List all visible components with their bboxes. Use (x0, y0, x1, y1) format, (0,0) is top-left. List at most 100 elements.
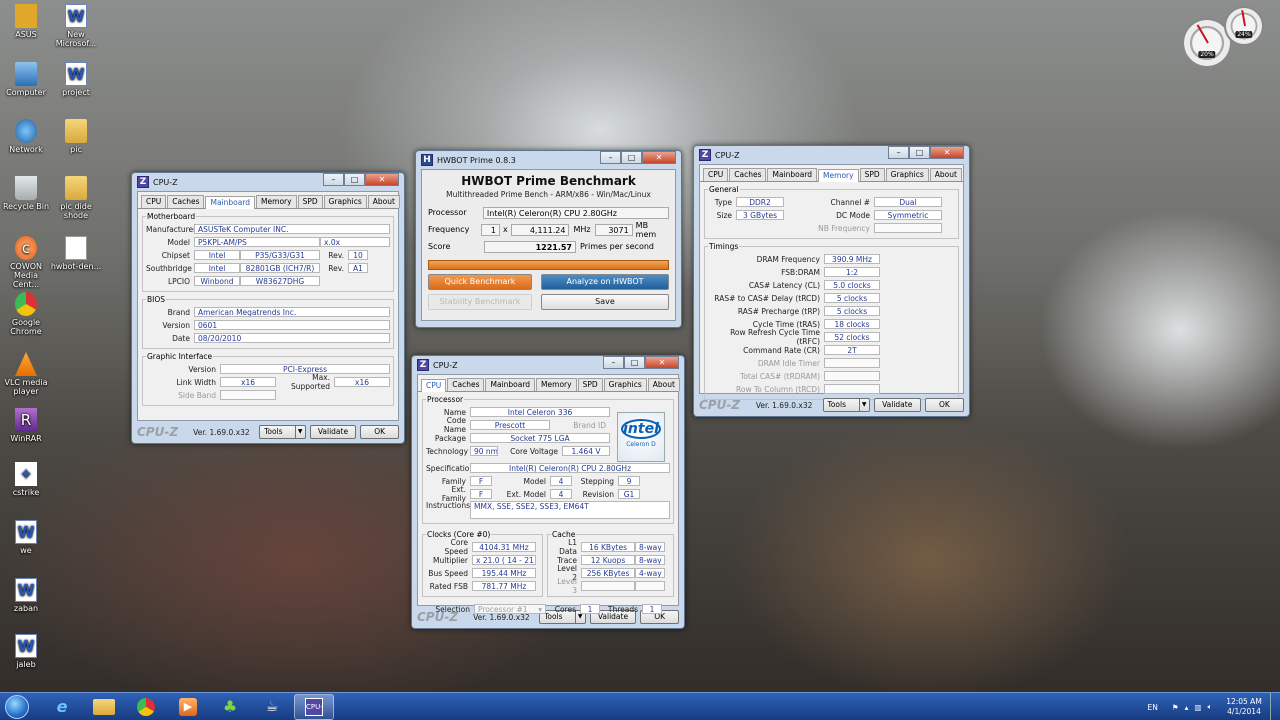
show-hidden-icons-icon[interactable]: ▴ (1185, 703, 1189, 712)
desktop-icon-zaban[interactable]: Wzaban (0, 578, 52, 613)
minimize-button[interactable]: – (888, 146, 909, 159)
tab-memory[interactable]: Memory (818, 169, 859, 182)
cpu-gauge-percent: 20% (1198, 50, 1216, 58)
trfc-value: 52 clocks (824, 332, 880, 342)
southbridge-value: 82801GB (ICH7/R) (240, 263, 320, 273)
channel-value: Dual (874, 197, 942, 207)
cpuz-mainboard-window[interactable]: Z CPU-Z – □ ✕ CPU Caches Mainboard Memory … (131, 172, 405, 444)
analyze-on-hwbot-button[interactable]: Analyze on HWBOT (541, 274, 669, 290)
stability-benchmark-button[interactable]: Stability Benchmark (428, 294, 532, 310)
desktop-icon-hwbot-file[interactable]: hwbot-den... (50, 236, 102, 271)
tab-spd[interactable]: SPD (297, 195, 323, 208)
language-indicator[interactable]: EN (1148, 703, 1158, 712)
desktop-icon-winrar[interactable]: R WinRAR (0, 408, 52, 443)
desktop-icon-pic-dide-shode[interactable]: pic dide shode (50, 176, 102, 220)
taskbar-windows-explorer[interactable] (84, 694, 124, 720)
taskbar-cpuz[interactable]: CPU-Z (294, 693, 334, 720)
cpuz-memory-window[interactable]: Z CPU-Z – □ ✕ CPU Caches Mainboard Memory … (693, 145, 970, 417)
tab-spd[interactable]: SPD (859, 168, 885, 181)
folder-icon (15, 4, 37, 28)
tab-cpu[interactable]: CPU (703, 168, 729, 181)
ok-button[interactable]: OK (924, 398, 964, 412)
minimize-button[interactable]: – (603, 356, 624, 369)
tab-mainboard[interactable]: Mainboard (485, 378, 536, 391)
desktop-icon-pic[interactable]: pic (50, 119, 102, 154)
taskbar-media-player[interactable]: ▶ (168, 694, 208, 720)
maximize-button[interactable]: □ (344, 173, 365, 186)
revision-value: G1 (618, 489, 640, 499)
cpuz-cpu-window[interactable]: Z CPU-Z – □ ✕ CPU Caches Mainboard Memory … (411, 355, 685, 629)
taskbar-internet-explorer[interactable]: e (42, 694, 82, 720)
processor-select[interactable]: Processor #1 ▾ (474, 604, 546, 614)
cpu-gauge-needle (1196, 24, 1209, 44)
ok-button[interactable]: OK (360, 425, 399, 439)
tab-memory[interactable]: Memory (256, 195, 297, 208)
maximize-button[interactable]: □ (624, 356, 645, 369)
desktop-icon-network[interactable]: Network (0, 119, 52, 154)
tab-mainboard[interactable]: Mainboard (767, 168, 818, 181)
title-bar[interactable]: Z CPU-Z – □ ✕ (417, 356, 679, 374)
tab-cpu[interactable]: CPU (421, 379, 447, 392)
tab-about[interactable]: About (647, 378, 680, 391)
tab-memory[interactable]: Memory (536, 378, 577, 391)
save-button[interactable]: Save (541, 294, 669, 310)
desktop-icon-recycle-bin[interactable]: Recycle Bin (0, 176, 52, 211)
desktop-icon-cowon[interactable]: c COWON Media Cent... (0, 236, 52, 289)
desktop-icon-asus[interactable]: ASUS (0, 4, 52, 39)
desktop-icon-computer[interactable]: Computer (0, 62, 52, 97)
bios-version-value: 0601 (194, 320, 390, 330)
bus-speed-value: 195.44 MHz (472, 568, 536, 578)
tab-graphics[interactable]: Graphics (603, 378, 647, 391)
tab-mainboard[interactable]: Mainboard (205, 196, 256, 209)
tab-graphics[interactable]: Graphics (885, 168, 929, 181)
desktop-icon-project[interactable]: Wproject (50, 62, 102, 97)
tab-cpu[interactable]: CPU (141, 195, 167, 208)
benchmark-subtitle: Multithreaded Prime Bench - ARM/x86 - Wi… (446, 190, 651, 199)
validate-button[interactable]: Validate (873, 398, 921, 412)
taskbar-java[interactable]: ☕ (252, 694, 292, 720)
close-button[interactable]: ✕ (365, 173, 399, 186)
show-desktop-button[interactable] (1270, 693, 1280, 720)
close-button[interactable]: ✕ (645, 356, 679, 369)
chevron-down-icon: ▼ (294, 426, 305, 438)
maximize-button[interactable]: □ (621, 151, 642, 164)
tab-caches[interactable]: Caches (167, 195, 205, 208)
close-button[interactable]: ✕ (642, 151, 676, 164)
tab-about[interactable]: About (929, 168, 962, 181)
maximize-button[interactable]: □ (909, 146, 930, 159)
messenger-icon: ♣ (222, 697, 238, 716)
close-button[interactable]: ✕ (930, 146, 964, 159)
desktop-icon-chrome[interactable]: Google Chrome (0, 292, 52, 336)
desktop-icon-we[interactable]: Wwe (0, 520, 52, 555)
tab-caches[interactable]: Caches (447, 378, 485, 391)
taskbar-chrome[interactable] (126, 694, 166, 720)
hwbot-prime-window[interactable]: H HWBOT Prime 0.8.3 – □ ✕ HWBOT Prime Benc… (415, 150, 682, 328)
validate-button[interactable]: Validate (309, 425, 357, 439)
desktop-icon-cstrike[interactable]: ✦ cstrike (0, 462, 52, 497)
title-bar[interactable]: Z CPU-Z – □ ✕ (699, 146, 964, 164)
taskbar-messenger[interactable]: ♣ (210, 694, 250, 720)
flag-icon[interactable]: ⚑ (1172, 703, 1179, 712)
tab-spd[interactable]: SPD (577, 378, 603, 391)
vlc-icon (15, 352, 37, 376)
volume-icon[interactable]: 🔈︎ (1208, 702, 1213, 712)
minimize-button[interactable]: – (600, 151, 621, 164)
minimize-button[interactable]: – (323, 173, 344, 186)
desktop-icon-jaleb[interactable]: Wjaleb (0, 634, 52, 669)
trp-value: 5 clocks (824, 306, 880, 316)
tab-about[interactable]: About (367, 195, 400, 208)
tab-graphics[interactable]: Graphics (323, 195, 367, 208)
cstrike-icon: ✦ (15, 462, 37, 486)
title-bar[interactable]: Z CPU-Z – □ ✕ (137, 173, 399, 191)
tab-caches[interactable]: Caches (729, 168, 767, 181)
network-tray-icon[interactable]: ▥ (1194, 703, 1201, 712)
quick-benchmark-button[interactable]: Quick Benchmark (428, 274, 532, 290)
tools-button[interactable]: Tools ▼ (822, 398, 870, 412)
desktop-icon-new-word[interactable]: W New Microsof... (50, 4, 102, 48)
manufacturer-value: ASUSTeK Computer INC. (194, 224, 390, 234)
start-button[interactable] (0, 693, 34, 720)
clock[interactable]: 12:05 AM 4/1/2014 (1218, 697, 1270, 717)
tools-button[interactable]: Tools ▼ (259, 425, 306, 439)
desktop-icon-vlc[interactable]: VLC media player (0, 352, 52, 396)
title-bar[interactable]: H HWBOT Prime 0.8.3 – □ ✕ (421, 151, 676, 169)
